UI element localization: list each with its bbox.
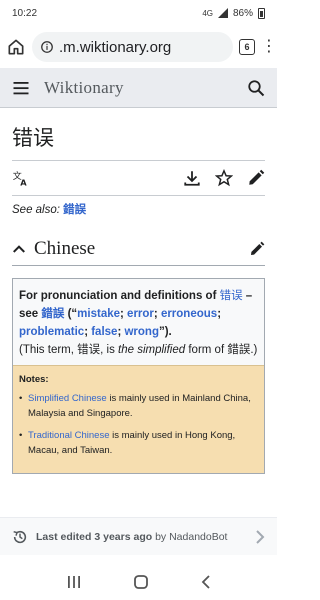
edit-pencil-icon[interactable] xyxy=(247,169,265,187)
site-brand[interactable]: Wiktionary xyxy=(44,78,247,98)
last-edited-text: Last edited 3 years ago by NadandoBot xyxy=(36,530,228,543)
address-bar[interactable]: .m.wiktionary.org xyxy=(32,32,233,62)
home-icon[interactable] xyxy=(6,37,26,57)
collapse-chevron-icon[interactable] xyxy=(12,242,26,256)
note-simplified: Simplified Chinese is mainly used in Mai… xyxy=(19,391,258,421)
page-title: 错误 xyxy=(12,126,54,150)
history-icon xyxy=(12,529,28,545)
simplified-form-text: For pronunciation and definitions of 错误 … xyxy=(19,290,258,356)
traditional-form-link[interactable]: 錯誤 xyxy=(41,308,64,320)
page-actions: 文A xyxy=(12,160,265,196)
form-note: (This term, 错误, is the simplified form o… xyxy=(19,344,258,356)
browser-toolbar: .m.wiktionary.org 6 ⋮ xyxy=(0,26,277,68)
notes-list: Simplified Chinese is mainly used in Mai… xyxy=(19,391,258,458)
battery-icon xyxy=(258,7,265,19)
simplified-form-box: For pronunciation and definitions of 错误 … xyxy=(12,278,265,474)
status-time: 10:22 xyxy=(12,7,38,19)
notes-panel: Notes: Simplified Chinese is mainly used… xyxy=(13,365,264,473)
wiki-header: Wiktionary xyxy=(0,68,277,108)
url-text[interactable]: .m.wiktionary.org xyxy=(59,39,171,56)
status-right: 4G 86% xyxy=(202,7,265,19)
notes-heading: Notes: xyxy=(19,374,49,385)
download-icon[interactable] xyxy=(183,169,201,187)
gloss-erroneous[interactable]: erroneous xyxy=(161,308,217,320)
page-content: 错误 文A See also: 錯誤 Chinese For pronuncia… xyxy=(0,108,277,474)
simplified-chinese-link[interactable]: Simplified Chinese xyxy=(28,393,107,404)
signal-icon: 4G xyxy=(202,8,213,18)
signal-bars-icon xyxy=(217,8,228,18)
recent-apps-icon[interactable] xyxy=(66,575,82,589)
gloss-mistake[interactable]: mistake xyxy=(77,308,120,320)
section-title: Chinese xyxy=(34,237,96,259)
battery-percent: 86% xyxy=(232,7,253,19)
chevron-right-icon[interactable] xyxy=(255,529,265,544)
term-link[interactable]: 错误 xyxy=(220,290,243,302)
last-edited-bar[interactable]: Last edited 3 years ago by NadandoBot xyxy=(0,517,277,555)
gloss-problematic[interactable]: problematic xyxy=(19,326,84,338)
see-also-label: See also: xyxy=(12,204,60,216)
gloss-error[interactable]: error xyxy=(127,308,154,320)
gloss-false[interactable]: false xyxy=(91,326,117,338)
language-icon[interactable]: 文A xyxy=(12,169,30,187)
box-intro: For pronunciation and definitions of xyxy=(19,290,220,302)
note-traditional: Traditional Chinese is mainly used in Ho… xyxy=(19,428,258,458)
svg-text:A: A xyxy=(20,178,27,188)
back-nav-icon[interactable] xyxy=(200,574,212,590)
watch-star-icon[interactable] xyxy=(215,169,233,187)
gloss-wrong[interactable]: wrong xyxy=(124,326,159,338)
home-nav-icon[interactable] xyxy=(133,574,149,590)
status-bar: 10:22 4G 86% xyxy=(0,0,277,26)
see-also-link[interactable]: 錯誤 xyxy=(63,204,86,216)
traditional-chinese-link[interactable]: Traditional Chinese xyxy=(28,430,110,441)
site-info-icon[interactable] xyxy=(40,40,54,54)
see-also: See also: 錯誤 xyxy=(12,201,265,217)
tab-switcher-button[interactable]: 6 xyxy=(239,39,255,55)
section-heading-chinese[interactable]: Chinese xyxy=(12,232,265,266)
menu-icon[interactable] xyxy=(12,79,30,97)
search-icon[interactable] xyxy=(247,79,265,97)
section-edit-icon[interactable] xyxy=(249,241,265,257)
more-menu-icon[interactable]: ⋮ xyxy=(261,39,277,55)
editor-username: NadandoBot xyxy=(169,530,228,543)
system-nav-bar xyxy=(0,563,277,600)
